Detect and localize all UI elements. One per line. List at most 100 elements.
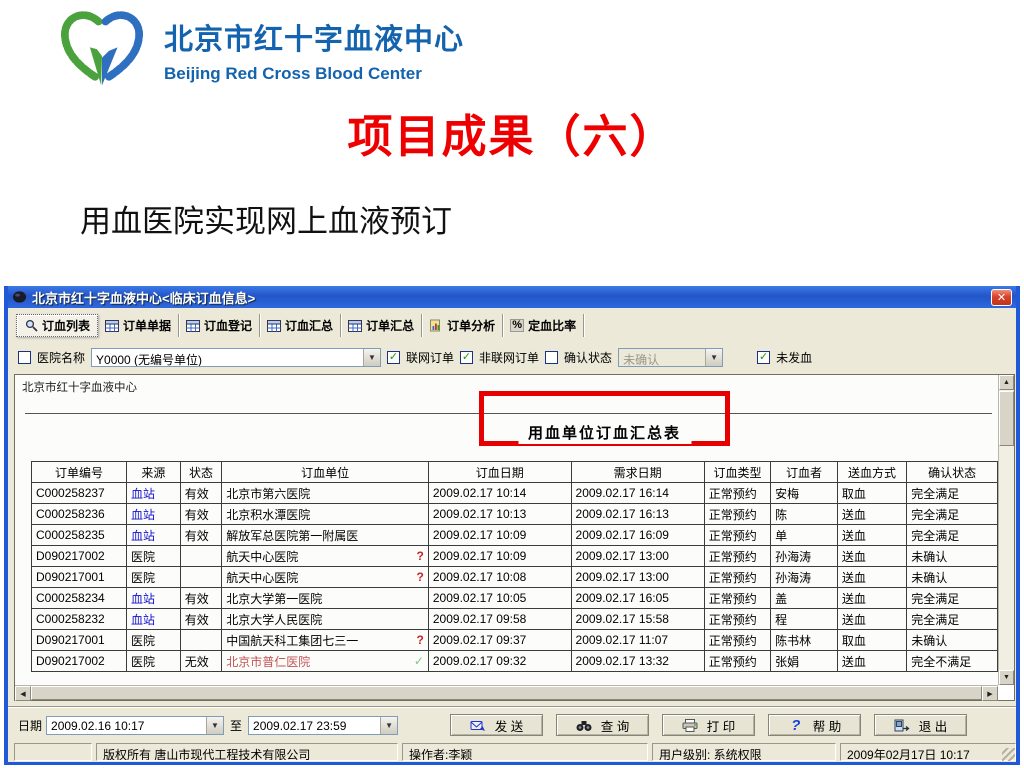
vertical-scrollbar[interactable]: ▲ ▼: [998, 375, 1014, 685]
cell-need-date: 2009.02.17 16:09: [570, 524, 705, 546]
table-row[interactable]: D090217001 医院 中国航天科工集团七三一? 2009.02.17 09:37…: [31, 629, 998, 651]
cell-need-date: 2009.02.17 13:00: [570, 566, 705, 588]
column-header-need-date[interactable]: 需求日期: [570, 461, 705, 483]
cell-need-date: 2009.02.17 11:07: [570, 629, 705, 651]
cell-type: 正常预约: [703, 650, 772, 672]
table-row[interactable]: D090217001 医院 航天中心医院? 2009.02.17 10:08 2009.…: [31, 566, 998, 588]
tab-order-list[interactable]: 订血列表: [16, 314, 99, 337]
chevron-down-icon[interactable]: ▼: [380, 716, 398, 734]
cell-order-date: 2009.02.17 10:09: [427, 524, 572, 546]
cell-status: 有效: [179, 482, 223, 504]
cell-status: [179, 545, 223, 567]
cell-status: 有效: [179, 608, 223, 630]
cell-order-no: C000258237: [31, 482, 127, 504]
not-sent-checkbox[interactable]: [757, 350, 771, 364]
button-row: 发 送 查 询 打 印 ? 帮 助 退 出: [450, 714, 968, 736]
scroll-left-icon[interactable]: ◀: [15, 686, 31, 701]
cell-orderer: 单: [770, 524, 838, 546]
table-row[interactable]: D090217002 医院 无效 北京市普仁医院 ✓ 2009.02.17 09:32 20…: [31, 650, 998, 672]
tab-label: 订血登记: [204, 319, 253, 333]
hospital-select[interactable]: Y0000 (无编号单位) ▼: [91, 347, 382, 367]
button-label: 退 出: [918, 719, 948, 734]
table-row[interactable]: C000258237 血站 有效 北京市第六医院 2009.02.17 10:14 200…: [31, 482, 998, 504]
slide: 北京市红十字血液中心 Beijing Red Cross Blood Cente…: [0, 0, 1024, 768]
tab-order-doc[interactable]: 订单单据: [98, 314, 180, 337]
cell-confirm: 未确认: [906, 629, 998, 651]
print-button[interactable]: 打 印: [662, 714, 756, 736]
window-titlebar[interactable]: 北京市红十字血液中心<临床订血信息> ✕: [8, 286, 1016, 308]
column-header-delivery[interactable]: 送血方式: [836, 461, 908, 483]
cell-source: 血站: [125, 482, 181, 504]
cell-status: 无效: [179, 650, 223, 672]
cell-unit: 中国航天科工集团七三一?: [221, 629, 429, 651]
scroll-down-icon[interactable]: ▼: [999, 670, 1014, 685]
vertical-scroll-thumb[interactable]: [999, 391, 1014, 446]
query-button[interactable]: 查 询: [556, 714, 650, 736]
column-header-order-no[interactable]: 订单编号: [31, 461, 127, 483]
app-icon: [12, 291, 27, 303]
horizontal-scroll-thumb[interactable]: [31, 686, 982, 700]
binoculars-icon: [576, 718, 592, 732]
cell-confirm: 完全满足: [906, 587, 998, 609]
offline-orders-checkbox[interactable]: [460, 350, 474, 364]
scroll-up-icon[interactable]: ▲: [999, 375, 1014, 390]
cell-type: 正常预约: [703, 482, 772, 504]
tab-order-summary[interactable]: 订单汇总: [341, 314, 423, 337]
column-header-order-date[interactable]: 订血日期: [427, 461, 572, 483]
cell-confirm: 完全满足: [906, 482, 998, 504]
hospital-name-checkbox[interactable]: [18, 350, 31, 364]
online-orders-checkbox[interactable]: [387, 350, 401, 364]
cell-source: 血站: [125, 608, 181, 630]
help-button[interactable]: ? 帮 助: [768, 714, 862, 736]
cell-delivery: 送血: [836, 650, 908, 672]
date-from-select[interactable]: 2009.02.16 10:17 ▼: [46, 715, 225, 735]
close-button[interactable]: ✕: [991, 288, 1012, 306]
resize-grip[interactable]: [1002, 748, 1015, 761]
offline-orders-label: 非联网订单: [479, 350, 540, 365]
cell-delivery: 取血: [836, 629, 908, 651]
cell-order-date: 2009.02.17 10:08: [427, 566, 572, 588]
confirm-state-select: 未确认 ▼: [618, 347, 724, 367]
table-row[interactable]: D090217002 医院 航天中心医院? 2009.02.17 10:09 2009.…: [31, 545, 998, 567]
tab-analysis[interactable]: 订单分析: [422, 314, 504, 337]
tab-order-reg[interactable]: 订血登记: [179, 314, 261, 337]
scroll-right-icon[interactable]: ▶: [982, 686, 998, 701]
cell-unit: 北京市第六医院: [221, 482, 429, 504]
cell-delivery: 送血: [836, 524, 908, 546]
column-header-status[interactable]: 状态: [179, 461, 223, 483]
window-title: 北京市红十字血液中心<临床订血信息>: [32, 290, 256, 306]
column-header-type[interactable]: 订血类型: [703, 461, 772, 483]
column-header-unit[interactable]: 订血单位: [221, 461, 429, 483]
cell-unit: 北京积水潭医院: [221, 503, 429, 525]
logo: 北京市红十字血液中心 Beijing Red Cross Blood Cente…: [58, 6, 464, 88]
cell-orderer: 安梅: [770, 482, 838, 504]
cell-type: 正常预约: [703, 524, 772, 546]
confirm-state-label: 确认状态: [564, 350, 613, 365]
chevron-down-icon[interactable]: ▼: [363, 348, 381, 366]
send-button[interactable]: 发 送: [450, 714, 544, 736]
table-row[interactable]: C000258235 血站 有效 解放军总医院第一附属医 2009.02.17 10:0…: [31, 524, 998, 546]
status-user-level: 用户级别: 系统权限: [652, 743, 836, 761]
red-annotation-rectangle: 用血单位订血汇总表: [479, 391, 730, 446]
horizontal-scrollbar[interactable]: ◀ ▶: [15, 685, 998, 701]
table-row[interactable]: C000258232 血站 有效 北京大学人民医院 2009.02.17 09:58 20…: [31, 608, 998, 630]
help-icon: ?: [791, 716, 801, 734]
exit-button[interactable]: 退 出: [874, 714, 968, 736]
column-header-confirm[interactable]: 确认状态: [906, 461, 998, 483]
date-to-select[interactable]: 2009.02.17 23:59 ▼: [248, 715, 399, 735]
magnifier-icon: [24, 319, 38, 332]
header-row: 订单编号 来源 状态 订血单位 订血日期 需求日期 订血类型 订血者 送血方式 确认状态: [31, 461, 998, 483]
tab-ratio[interactable]: % 定血比率: [503, 314, 585, 337]
cell-need-date: 2009.02.17 16:13: [570, 503, 705, 525]
cell-orderer: 张娟: [770, 650, 838, 672]
confirm-state-checkbox[interactable]: [545, 350, 559, 364]
question-mark-icon: ?: [416, 633, 424, 647]
chevron-down-icon[interactable]: ▼: [206, 716, 224, 734]
tab-blood-summary[interactable]: 订血汇总: [260, 314, 342, 337]
table-row[interactable]: C000258236 血站 有效 北京积水潭医院 2009.02.17 10:13 200…: [31, 503, 998, 525]
report-title: 用血单位订血汇总表: [517, 421, 692, 444]
table-row[interactable]: C000258234 血站 有效 北京大学第一医院 2009.02.17 10:05 20…: [31, 587, 998, 609]
column-header-orderer[interactable]: 订血者: [770, 461, 838, 483]
column-header-source[interactable]: 来源: [125, 461, 181, 483]
slide-title: 项目成果（六）: [347, 111, 677, 162]
